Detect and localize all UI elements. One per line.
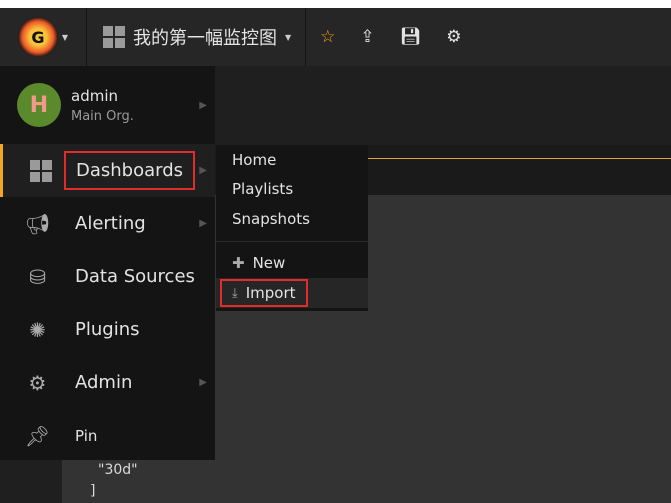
avatar: H xyxy=(17,83,61,127)
submenu-item-playlists[interactable]: Playlists xyxy=(216,175,368,205)
chevron-right-icon: ▶ xyxy=(199,377,207,388)
user-name: admin xyxy=(71,86,118,105)
save-icon[interactable]: 💾︎ xyxy=(400,27,422,47)
new-label: New xyxy=(252,254,286,273)
plugins-icon: ✺ xyxy=(29,317,46,342)
star-icon[interactable]: ☆ xyxy=(320,27,335,47)
dashboards-grid-icon xyxy=(103,26,125,48)
dashboards-submenu: Home Playlists Snapshots ✚ New ⤓ Import xyxy=(216,145,368,311)
sidemenu-item-alerting[interactable]: 📢︎ Alerting ▶ xyxy=(0,197,215,250)
submenu-item-snapshots[interactable]: Snapshots xyxy=(216,204,368,234)
grafana-logo-icon: G xyxy=(17,17,58,57)
chevron-right-icon: ▶ xyxy=(199,218,207,229)
sidemenu-item-data-sources[interactable]: ⛁ Data Sources xyxy=(0,250,215,303)
dashboard-picker[interactable]: 我的第一幅监控图 ▼ xyxy=(87,8,307,66)
megaphone-icon: 📢︎ xyxy=(24,211,51,236)
sidemenu-item-label: Admin xyxy=(75,372,133,393)
navbar: G ▼ 我的第一幅监控图 ▼ ☆ ⇪ 💾︎ ⚙ xyxy=(0,8,671,66)
sidemenu-item-label: Pin xyxy=(75,426,98,445)
window-top xyxy=(0,0,671,8)
dashboard-title: 我的第一幅监控图 xyxy=(133,28,277,49)
chevron-right-icon: ▶ xyxy=(199,165,207,176)
user-menu[interactable]: H admin Main Org. ▶ xyxy=(0,66,215,144)
plus-icon: ✚ xyxy=(232,254,245,273)
database-icon: ⛁ xyxy=(29,264,46,289)
share-icon[interactable]: ⇪ xyxy=(360,27,374,47)
user-org: Main Org. xyxy=(71,108,134,124)
gear-icon[interactable]: ⚙ xyxy=(446,27,461,47)
divider xyxy=(216,240,368,242)
cogs-icon: ⚙ xyxy=(28,370,47,395)
sidemenu-item-plugins[interactable]: ✺ Plugins xyxy=(0,303,215,356)
sidemenu-item-label: Dashboards xyxy=(64,151,196,190)
download-icon: ⤓ xyxy=(232,285,238,301)
pin-icon: 📌︎ xyxy=(24,423,51,448)
sidemenu-item-dashboards[interactable]: Dashboards ▶ xyxy=(0,144,215,197)
sidemenu-item-admin[interactable]: ⚙ Admin ▶ xyxy=(0,356,215,409)
caret-down-icon: ▼ xyxy=(61,32,69,42)
sidemenu-item-label: Data Sources xyxy=(75,266,195,287)
sidemenu-item-pin[interactable]: 📌︎ Pin xyxy=(0,409,215,462)
sidemenu-item-label: Alerting xyxy=(75,213,146,234)
grafana-menu-button[interactable]: G ▼ xyxy=(0,8,87,66)
submenu-item-import[interactable]: ⤓ Import xyxy=(216,278,368,308)
caret-down-icon: ▼ xyxy=(285,32,292,42)
code-line: ] xyxy=(90,483,96,499)
chevron-right-icon: ▶ xyxy=(199,99,207,111)
sidemenu-item-label: Plugins xyxy=(75,319,140,340)
submenu-item-new[interactable]: ✚ New xyxy=(216,249,368,279)
side-menu: H admin Main Org. ▶ Dashboards ▶ 📢︎ Aler… xyxy=(0,66,215,460)
submenu-item-home[interactable]: Home xyxy=(216,145,368,175)
accent-line xyxy=(368,158,671,159)
import-label: Import xyxy=(245,284,296,302)
code-line: "30d" xyxy=(98,462,138,478)
